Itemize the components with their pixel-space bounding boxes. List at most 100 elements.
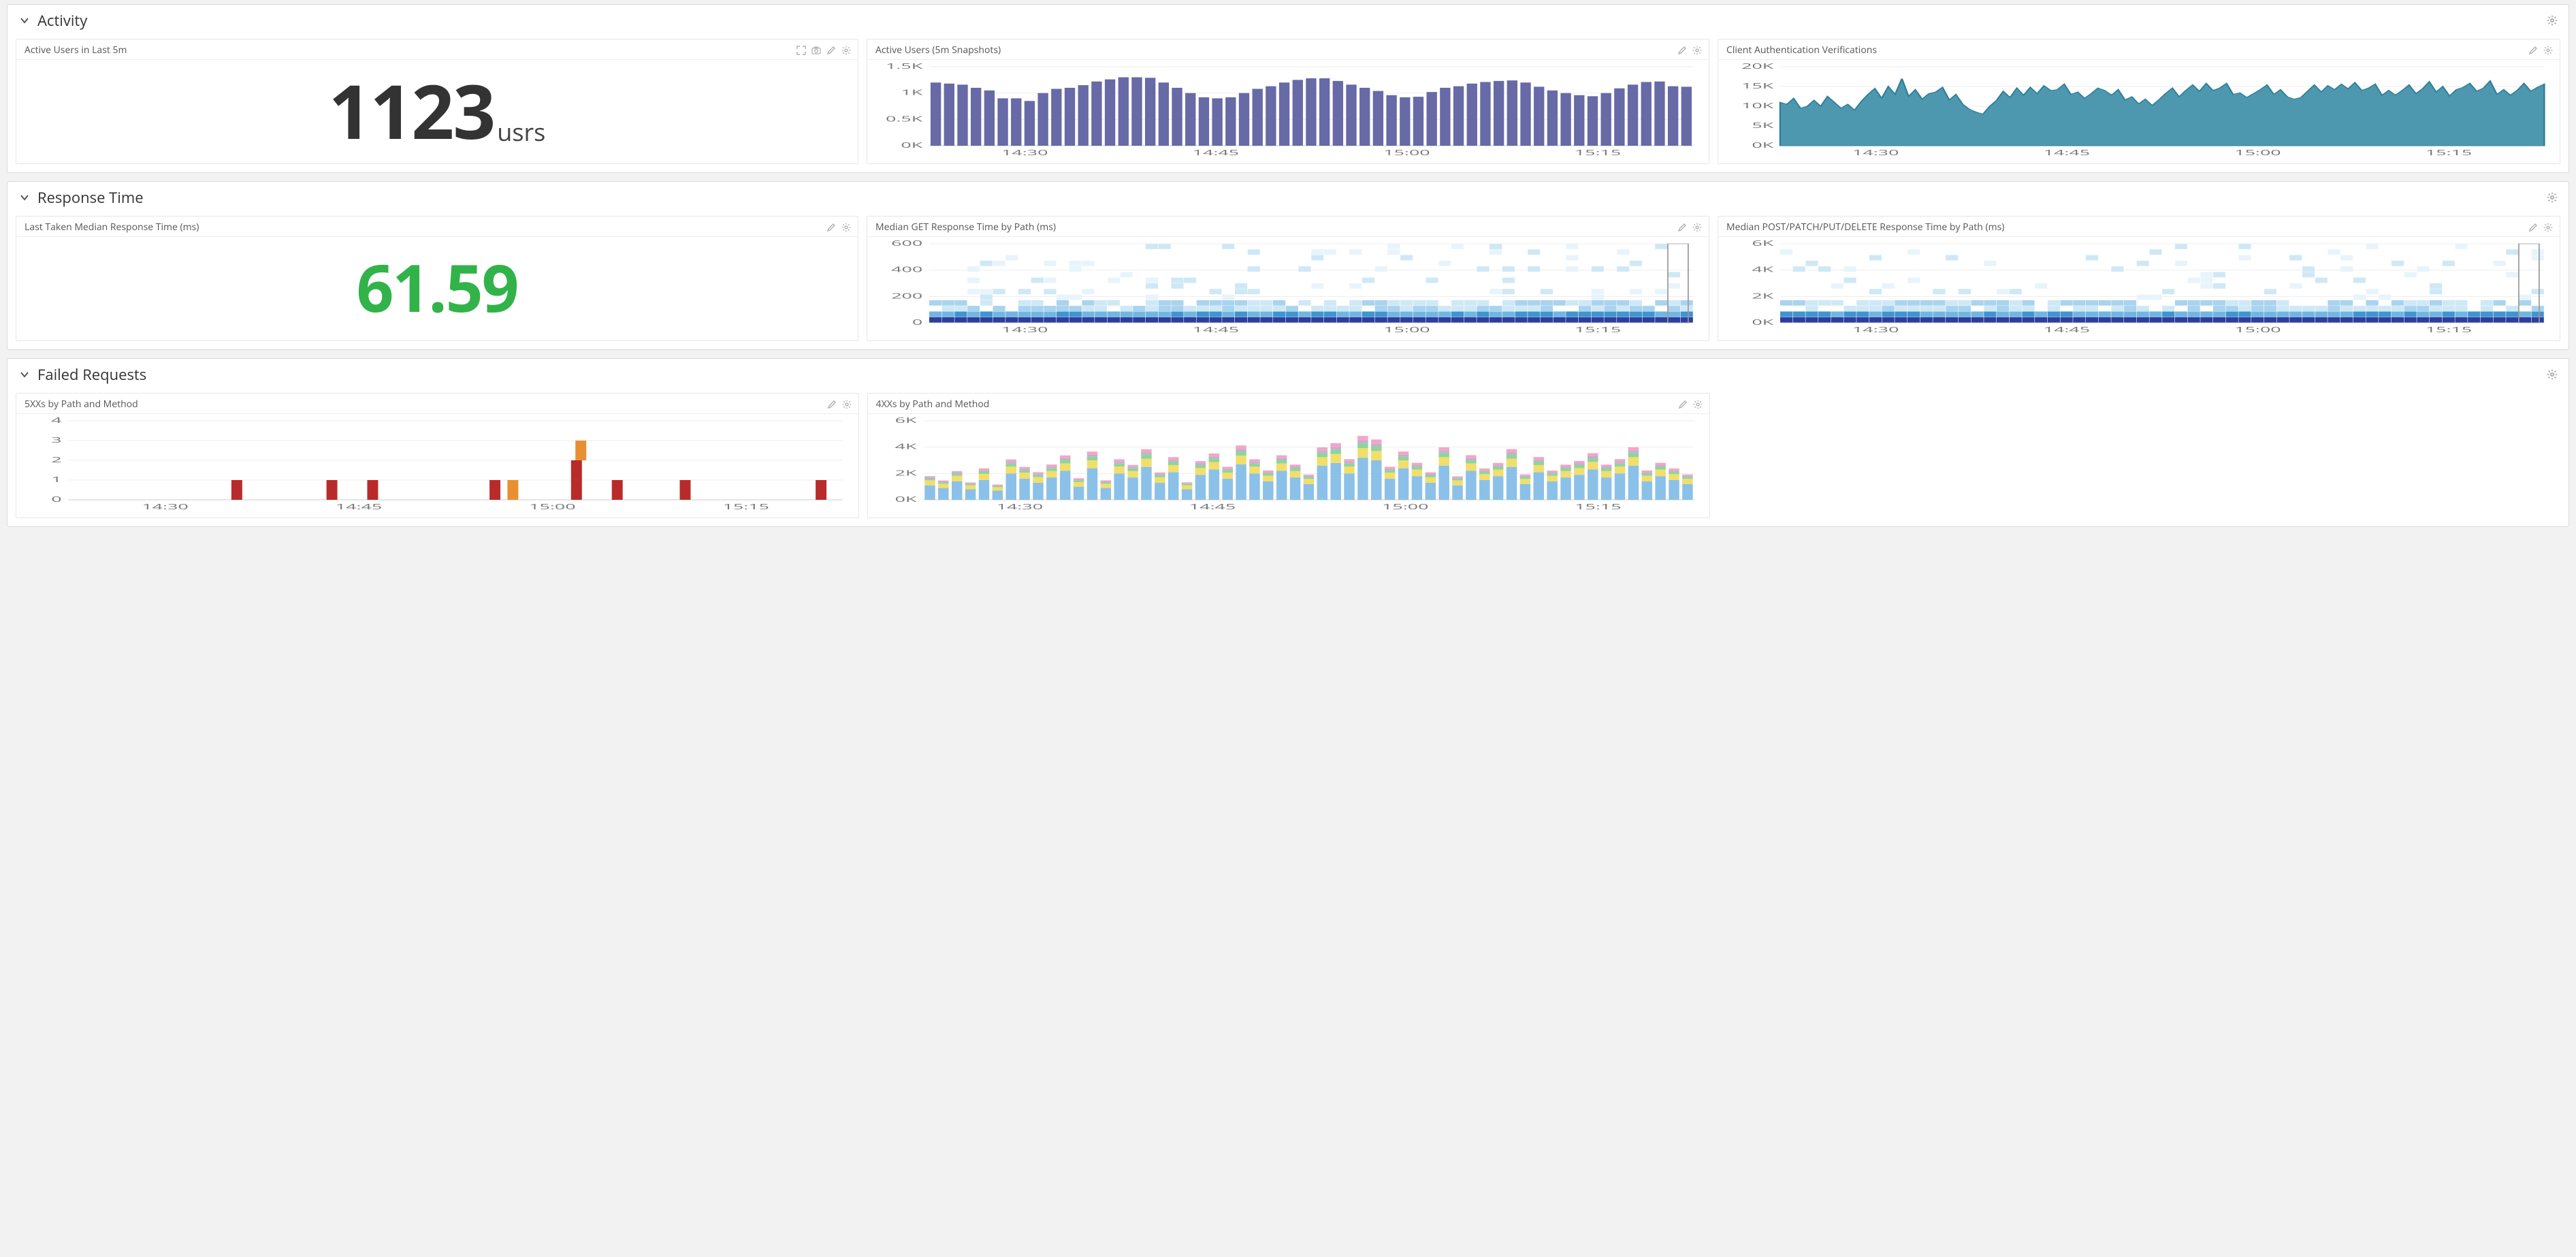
section-response-time: Response Time Last Taken Median Response… (7, 181, 2569, 350)
svg-text:0: 0 (912, 317, 922, 328)
panel-header: Last Taken Median Response Time (ms) (16, 217, 858, 237)
svg-text:15:15: 15:15 (1575, 148, 1621, 158)
section-title[interactable]: Activity (37, 10, 2547, 31)
panel-header: 5XXs by Path and Method (16, 394, 858, 414)
big-number-unit: usrs (497, 115, 545, 148)
panel-header: Client Authentication Verifications (1718, 39, 2560, 60)
svg-text:14:45: 14:45 (1193, 325, 1239, 335)
svg-text:15:00: 15:00 (1383, 325, 1430, 335)
panel-5xx-by-path-method: 5XXs by Path and Method 0123414:3014:451… (16, 393, 859, 518)
svg-text:14:30: 14:30 (1001, 148, 1048, 158)
panel-body: 020040060014:3014:4515:0015:15 (867, 237, 1709, 340)
chevron-down-icon[interactable] (18, 191, 31, 204)
svg-text:14:30: 14:30 (1852, 148, 1899, 158)
svg-text:15K: 15K (1741, 81, 1774, 91)
panel-title: 4XXs by Path and Method (876, 398, 1679, 411)
heatmap-chart[interactable]: 020040060014:3014:4515:0015:15 (873, 240, 1703, 335)
svg-text:5K: 5K (1752, 121, 1773, 131)
svg-text:1: 1 (51, 475, 61, 485)
panel-title: Active Users in Last 5m (25, 44, 796, 57)
chevron-down-icon[interactable] (18, 368, 31, 381)
svg-text:14:30: 14:30 (142, 502, 188, 512)
gear-icon[interactable] (841, 46, 851, 55)
gear-icon[interactable] (1692, 223, 1702, 232)
expand-icon[interactable] (796, 46, 806, 55)
heatmap-chart[interactable]: 0K2K4K6K14:3014:4515:0015:15 (1724, 240, 2554, 335)
section-title[interactable]: Response Time (37, 187, 2547, 208)
pencil-icon[interactable] (1677, 223, 1687, 232)
panel-icons (826, 223, 851, 232)
panel-icons (1677, 223, 1702, 232)
svg-text:0K: 0K (901, 140, 922, 150)
gear-icon[interactable] (2547, 15, 2558, 26)
svg-text:1K: 1K (901, 87, 922, 97)
pencil-icon[interactable] (2528, 223, 2538, 232)
area-chart[interactable]: 0K5K10K15K20K14:3014:4515:0015:15 (1724, 63, 2554, 158)
section-header: Failed Requests (7, 359, 2569, 385)
svg-text:15:15: 15:15 (2426, 148, 2472, 158)
svg-text:15:15: 15:15 (1575, 325, 1621, 335)
section-title[interactable]: Failed Requests (37, 364, 2547, 385)
pencil-icon[interactable] (1678, 400, 1688, 409)
panel-body: 1123 usrs (16, 60, 858, 163)
bar-chart[interactable]: 0123414:3014:4515:0015:15 (22, 417, 853, 512)
panel-icons (796, 46, 851, 55)
gear-icon[interactable] (1693, 400, 1703, 409)
pencil-icon[interactable] (826, 46, 836, 55)
svg-text:15:00: 15:00 (1383, 148, 1430, 158)
panel-body: 0K5K10K15K20K14:3014:4515:0015:15 (1718, 60, 2560, 163)
gear-icon[interactable] (841, 223, 851, 232)
panel-icons (2528, 46, 2553, 55)
svg-text:0K: 0K (1752, 140, 1773, 150)
svg-text:15:15: 15:15 (1575, 502, 1621, 512)
svg-text:14:30: 14:30 (1852, 325, 1899, 335)
svg-text:15:00: 15:00 (529, 502, 575, 512)
gear-icon[interactable] (842, 400, 852, 409)
panel-header: 4XXs by Path and Method (868, 394, 1710, 414)
svg-text:20K: 20K (1741, 63, 1774, 71)
svg-text:2K: 2K (895, 468, 916, 478)
svg-text:6K: 6K (895, 417, 916, 426)
panel-title: Median GET Response Time by Path (ms) (875, 221, 1677, 234)
panel-title: Client Authentication Verifications (1726, 44, 2528, 57)
panel-body: 0K2K4K6K14:3014:4515:0015:15 (1718, 237, 2560, 340)
svg-text:14:45: 14:45 (336, 502, 382, 512)
panels-row: Active Users in Last 5m 1123 usrs Acti (7, 31, 2569, 172)
panel-header: Active Users in Last 5m (16, 39, 858, 60)
pencil-icon[interactable] (826, 223, 836, 232)
svg-text:14:30: 14:30 (996, 502, 1042, 512)
panel-active-users-snapshots: Active Users (5m Snapshots) 0K0.5K1K1.5K… (867, 39, 1709, 164)
panel-icons (827, 400, 852, 409)
svg-text:0.5K: 0.5K (886, 114, 923, 124)
svg-text:14:45: 14:45 (1193, 148, 1239, 158)
camera-icon[interactable] (811, 46, 821, 55)
svg-text:0: 0 (51, 494, 61, 505)
bar-chart[interactable]: 0K0.5K1K1.5K14:3014:4515:0015:15 (873, 63, 1703, 158)
big-number: 1123 (329, 73, 495, 148)
panels-row: 5XXs by Path and Method 0123414:3014:451… (7, 385, 2569, 526)
svg-text:6K: 6K (1752, 240, 1773, 249)
gear-icon[interactable] (2543, 46, 2553, 55)
svg-text:15:15: 15:15 (2426, 325, 2472, 335)
stacked-bar-chart[interactable]: 0K2K4K6K14:3014:4515:0015:15 (873, 417, 1705, 512)
gear-icon[interactable] (2547, 369, 2558, 380)
svg-text:15:00: 15:00 (2234, 148, 2281, 158)
panel-4xx-by-path-method: 4XXs by Path and Method 0K2K4K6K14:3014:… (867, 393, 1711, 518)
gear-icon[interactable] (1692, 46, 1702, 55)
svg-text:14:45: 14:45 (1189, 502, 1235, 512)
svg-text:15:15: 15:15 (723, 502, 769, 512)
panel-last-median-response: Last Taken Median Response Time (ms) 61.… (16, 216, 858, 341)
pencil-icon[interactable] (827, 400, 837, 409)
svg-text:2: 2 (51, 455, 61, 465)
pencil-icon[interactable] (2528, 46, 2538, 55)
chevron-down-icon[interactable] (18, 14, 31, 27)
pencil-icon[interactable] (1677, 46, 1687, 55)
svg-text:400: 400 (891, 264, 922, 274)
panel-header: Median POST/PATCH/PUT/DELETE Response Ti… (1718, 217, 2560, 237)
gear-icon[interactable] (2543, 223, 2553, 232)
panel-body: 0123414:3014:4515:0015:15 (16, 414, 858, 518)
panel-body: 61.59 (16, 237, 858, 340)
panel-body: 0K2K4K6K14:3014:4515:0015:15 (868, 414, 1710, 518)
gear-icon[interactable] (2547, 192, 2558, 203)
svg-text:15:00: 15:00 (2234, 325, 2281, 335)
